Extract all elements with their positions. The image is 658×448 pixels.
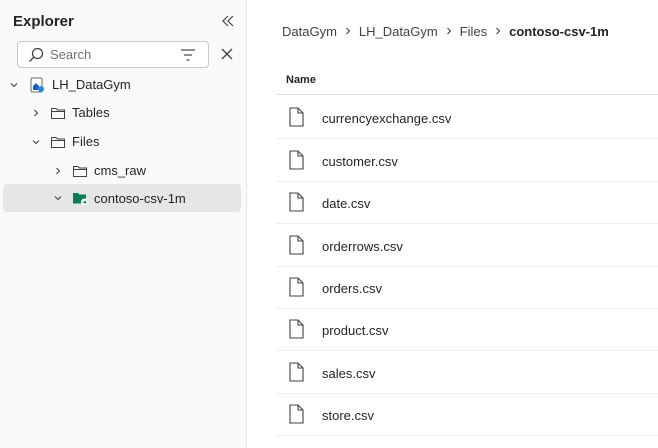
tree-item-label: Files	[72, 134, 100, 149]
chevron-down-icon[interactable]	[30, 136, 42, 148]
file-name[interactable]: product.csv	[322, 323, 388, 338]
chevron-right-icon[interactable]	[52, 165, 64, 177]
breadcrumb-item-current: contoso-csv-1m	[509, 23, 609, 39]
column-header-row: Name	[276, 68, 658, 95]
filter-icon[interactable]	[180, 47, 196, 63]
tree-item-lh-datagym[interactable]: LH_DataGym	[6, 71, 241, 98]
lakehouse-icon	[28, 76, 46, 94]
file-icon	[289, 107, 304, 127]
file-row[interactable]: product.csv	[276, 309, 658, 351]
tree-item-tables[interactable]: Tables	[6, 99, 241, 126]
explorer-pane: Explorer LH_DataGym Tables	[0, 0, 247, 448]
file-name[interactable]: customer.csv	[322, 154, 398, 169]
breadcrumb-item-files[interactable]: Files	[460, 24, 487, 39]
file-icon	[289, 277, 304, 297]
chevron-down-icon[interactable]	[8, 79, 20, 91]
breadcrumb-item-lh-datagym[interactable]: LH_DataGym	[359, 24, 438, 39]
breadcrumb-item-datagym[interactable]: DataGym	[282, 24, 337, 39]
file-icon	[289, 362, 304, 382]
column-header-name[interactable]: Name	[286, 74, 316, 86]
tree-item-files[interactable]: Files	[6, 128, 241, 155]
file-row[interactable]: currencyexchange.csv	[276, 97, 658, 139]
file-name[interactable]: store.csv	[322, 408, 374, 423]
file-icon	[289, 192, 304, 212]
file-row[interactable]: store.csv	[276, 394, 658, 436]
file-row[interactable]: sales.csv	[276, 352, 658, 394]
search-box[interactable]	[17, 41, 209, 68]
shortcut-folder-icon	[71, 189, 89, 207]
file-name[interactable]: orderrows.csv	[322, 239, 403, 254]
tree-item-cms-raw[interactable]: cms_raw	[6, 157, 241, 184]
tree-item-label: LH_DataGym	[52, 77, 131, 92]
file-name[interactable]: orders.csv	[322, 281, 382, 296]
double-chevron-left-icon	[222, 15, 234, 27]
file-icon	[289, 150, 304, 170]
chevron-right-icon	[487, 23, 509, 39]
folder-icon	[71, 162, 89, 180]
close-icon	[221, 48, 233, 60]
explorer-title: Explorer	[13, 13, 74, 30]
search-input[interactable]	[50, 47, 170, 62]
breadcrumb: DataGym LH_DataGym Files contoso-csv-1m	[282, 21, 609, 41]
file-icon	[289, 319, 304, 339]
chevron-right-icon	[337, 23, 359, 39]
file-icon	[289, 404, 304, 424]
tree-item-label: contoso-csv-1m	[94, 190, 186, 206]
search-icon	[27, 46, 45, 64]
file-row[interactable]: customer.csv	[276, 140, 658, 182]
tree-item-contoso-csv-1m[interactable]: contoso-csv-1m	[3, 184, 241, 212]
close-search-button[interactable]	[218, 45, 236, 63]
chevron-down-icon[interactable]	[52, 192, 64, 204]
collapse-pane-button[interactable]	[218, 11, 238, 31]
file-row[interactable]: date.csv	[276, 182, 658, 224]
file-name[interactable]: currencyexchange.csv	[322, 111, 451, 126]
file-row[interactable]: orderrows.csv	[276, 225, 658, 267]
chevron-right-icon	[438, 23, 460, 39]
folder-icon	[49, 133, 67, 151]
tree-item-label: cms_raw	[94, 163, 147, 178]
file-name[interactable]: date.csv	[322, 196, 370, 211]
chevron-right-icon[interactable]	[30, 107, 42, 119]
file-icon	[289, 235, 304, 255]
file-name[interactable]: sales.csv	[322, 366, 375, 381]
tree-item-label: Tables	[72, 105, 110, 120]
file-row[interactable]: orders.csv	[276, 267, 658, 309]
folder-icon	[49, 104, 67, 122]
